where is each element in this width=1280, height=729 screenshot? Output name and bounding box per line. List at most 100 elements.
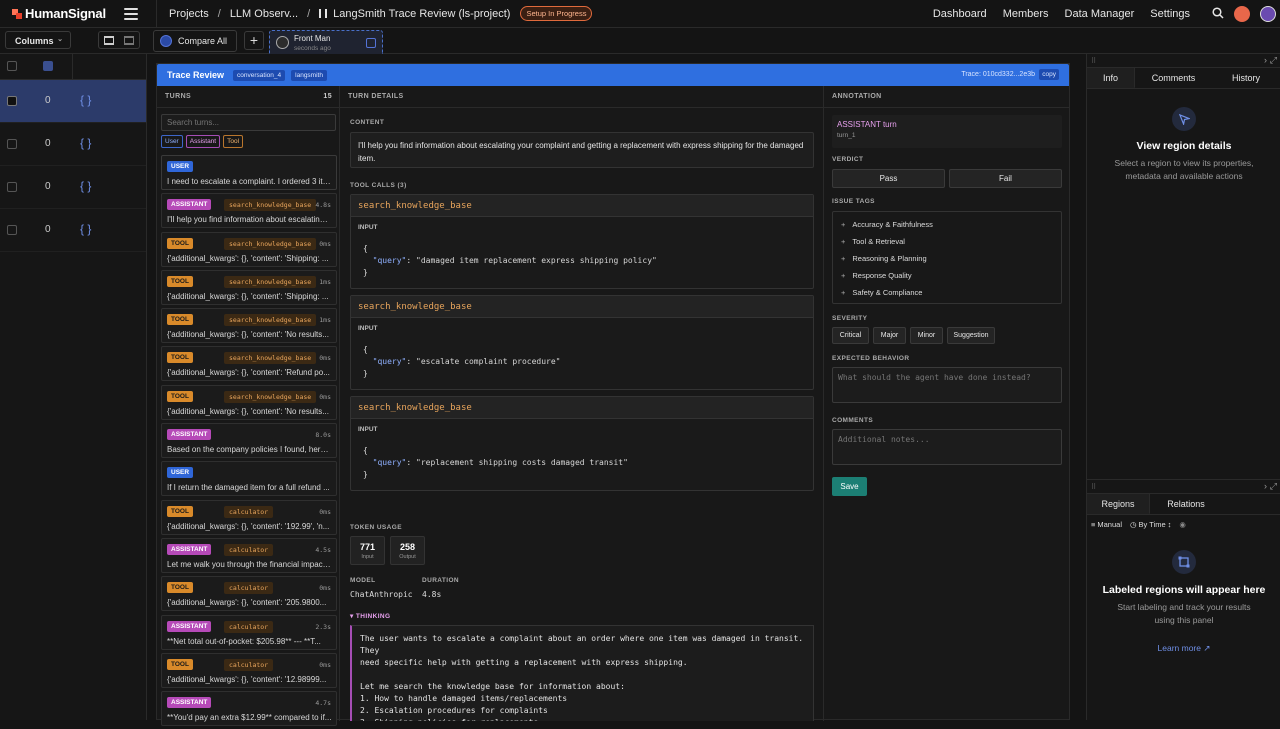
menu-icon[interactable] bbox=[124, 7, 138, 20]
turn-tool-name: calculator bbox=[224, 505, 274, 518]
row-checkbox[interactable] bbox=[7, 225, 17, 235]
row-checkbox[interactable] bbox=[7, 182, 17, 192]
turn-item[interactable]: TOOL search_knowledge_base 0ms {'additional… bbox=[161, 231, 337, 267]
drag-handle-icon[interactable]: ⠿ bbox=[1091, 483, 1096, 491]
turns-header: TURNS 15 bbox=[157, 86, 339, 108]
tool-call-input: { "query": "escalate complaint procedure… bbox=[363, 345, 561, 378]
logo[interactable]: HumanSignal bbox=[12, 6, 110, 21]
drag-handle-icon[interactable]: ⠿ bbox=[1091, 57, 1096, 65]
save-button[interactable]: Save bbox=[832, 477, 867, 496]
tab-info[interactable]: Info bbox=[1087, 68, 1135, 88]
tag-reasoning[interactable]: + Reasoning & Planning bbox=[841, 250, 1053, 267]
nav-data-manager[interactable]: Data Manager bbox=[1065, 8, 1135, 20]
sort-manual[interactable]: Manual bbox=[1097, 520, 1122, 529]
turn-item[interactable]: TOOL search_knowledge_base 1ms {'additional… bbox=[161, 269, 337, 305]
turn-item[interactable]: ASSISTANT 8.0s Based on the company polici… bbox=[161, 423, 337, 459]
task-row[interactable]: 0{ } bbox=[0, 80, 146, 123]
turn-duration: 4.8s bbox=[315, 201, 331, 210]
severity-suggestion[interactable]: Suggestion bbox=[947, 327, 995, 344]
fail-button[interactable]: Fail bbox=[949, 169, 1062, 188]
collapse-icon[interactable]: › bbox=[1264, 481, 1267, 491]
thinking-toggle[interactable]: ▾ THINKING bbox=[350, 612, 390, 620]
turn-details-column: TURN DETAILS CONTENT I'll help you find … bbox=[340, 86, 824, 721]
turn-item[interactable]: TOOL search_knowledge_base 0ms {'additional… bbox=[161, 384, 337, 420]
expand-icon[interactable]: ⤢ bbox=[1270, 481, 1277, 492]
visibility-icon[interactable]: ◉ bbox=[1179, 520, 1186, 529]
turn-duration: 4.7s bbox=[315, 699, 331, 708]
nav-dashboard[interactable]: Dashboard bbox=[933, 8, 987, 20]
breadcrumb-project[interactable]: LLM Observ... bbox=[230, 8, 298, 20]
severity-critical[interactable]: Critical bbox=[832, 327, 869, 344]
turn-item[interactable]: ASSISTANT search_knowledge_base 4.8s I'll h… bbox=[161, 193, 337, 229]
task-row[interactable]: 0{ } bbox=[0, 209, 146, 252]
select-all-checkbox[interactable] bbox=[7, 61, 17, 71]
tool-call-input: { "query": "damaged item replacement exp… bbox=[363, 244, 657, 277]
comments-input[interactable] bbox=[832, 429, 1062, 465]
collapse-icon[interactable]: › bbox=[1264, 55, 1267, 65]
nav-settings[interactable]: Settings bbox=[1150, 8, 1190, 20]
expected-behavior-input[interactable] bbox=[832, 367, 1062, 403]
turn-item[interactable]: ASSISTANT calculator 2.3s **Net total out-o… bbox=[161, 614, 337, 650]
turn-item[interactable]: TOOL search_knowledge_base 0ms {'additional… bbox=[161, 346, 337, 382]
grid-view-icon[interactable] bbox=[119, 32, 139, 48]
input-label: INPUT bbox=[358, 325, 378, 332]
tag-safety[interactable]: + Safety & Compliance bbox=[841, 284, 1053, 301]
tag-response-quality[interactable]: + Response Quality bbox=[841, 267, 1053, 284]
task-row[interactable]: 0{ } bbox=[0, 123, 146, 166]
tab-regions[interactable]: Regions bbox=[1087, 494, 1150, 514]
sort-direction-icon[interactable]: ↕ bbox=[1168, 520, 1172, 529]
tab-comments[interactable]: Comments bbox=[1135, 68, 1212, 88]
external-link-icon: ↗ bbox=[1203, 643, 1211, 653]
tab-history[interactable]: History bbox=[1212, 68, 1280, 88]
breadcrumb-projects[interactable]: Projects bbox=[169, 8, 209, 20]
tag-accuracy[interactable]: + Accuracy & Faithfulness bbox=[841, 216, 1053, 233]
filter-tool[interactable]: Tool bbox=[223, 135, 244, 148]
severity-minor[interactable]: Minor bbox=[910, 327, 943, 344]
add-tab-button[interactable]: + bbox=[244, 31, 264, 50]
turn-item[interactable]: TOOL calculator 0ms {'additional_kwargs': {… bbox=[161, 652, 337, 688]
tab-options-icon[interactable] bbox=[366, 38, 376, 48]
row-checkbox[interactable] bbox=[7, 139, 17, 149]
task-row[interactable]: 0{ } bbox=[0, 166, 146, 209]
turn-item[interactable]: USER I need to escalate a complaint. I or… bbox=[161, 155, 337, 190]
severity-major[interactable]: Major bbox=[873, 327, 906, 344]
turn-item[interactable]: ASSISTANT 4.7s **You'd pay an extra $12.99… bbox=[161, 691, 337, 727]
sort-by-time[interactable]: By Time bbox=[1139, 520, 1166, 529]
filter-user[interactable]: User bbox=[161, 135, 183, 148]
expand-icon[interactable]: ⤢ bbox=[1270, 55, 1277, 66]
chevron-down-icon: ⌄ bbox=[57, 36, 63, 43]
tab-relations[interactable]: Relations bbox=[1150, 494, 1222, 514]
view-toggle[interactable] bbox=[98, 31, 140, 49]
turn-tool-name: search_knowledge_base bbox=[224, 352, 317, 365]
pass-button[interactable]: Pass bbox=[832, 169, 945, 188]
columns-button[interactable]: Columns ⌄ bbox=[5, 31, 71, 49]
clock-icon: ◷ bbox=[1130, 520, 1137, 529]
turn-item[interactable]: ASSISTANT calculator 4.5s Let me walk you t… bbox=[161, 537, 337, 573]
task-list-header bbox=[0, 54, 146, 80]
tag-tool-retrieval[interactable]: + Tool & Retrieval bbox=[841, 233, 1053, 250]
filter-assistant[interactable]: Assistant bbox=[185, 135, 221, 148]
turn-item[interactable]: TOOL calculator 0ms {'additional_kwargs': {… bbox=[161, 499, 337, 535]
learn-more-link[interactable]: Learn more ↗ bbox=[1087, 643, 1280, 654]
turn-preview: {'additional_kwargs': {}, 'content': '12… bbox=[167, 674, 327, 684]
turn-duration: 0ms bbox=[319, 660, 331, 669]
turn-role-badge: TOOL bbox=[167, 390, 193, 402]
nav-members[interactable]: Members bbox=[1003, 8, 1049, 20]
copy-button[interactable]: copy bbox=[1039, 69, 1059, 80]
annotation-tab[interactable]: Front Man seconds ago bbox=[269, 30, 383, 54]
notification-avatar[interactable] bbox=[1234, 6, 1250, 22]
source-pill: langsmith bbox=[291, 69, 327, 81]
tab-subtitle: seconds ago bbox=[294, 45, 331, 52]
turn-role-badge: ASSISTANT bbox=[167, 543, 212, 555]
compare-all-button[interactable]: Compare All bbox=[153, 30, 237, 52]
turn-search-input[interactable] bbox=[161, 114, 336, 131]
trace-review-header: Trace Review conversation_4 langsmith Tr… bbox=[157, 64, 1069, 86]
turn-item[interactable]: TOOL calculator 0ms {'additional_kwargs': {… bbox=[161, 576, 337, 612]
turn-item[interactable]: USER If I return the damaged item for a f… bbox=[161, 461, 337, 497]
turn-item[interactable]: TOOL search_knowledge_base 1ms {'additional… bbox=[161, 308, 337, 344]
row-checkbox[interactable] bbox=[7, 96, 17, 106]
search-icon[interactable] bbox=[1212, 6, 1224, 22]
list-view-icon[interactable] bbox=[99, 32, 119, 48]
user-avatar[interactable] bbox=[1260, 6, 1276, 22]
turn-tool-name: calculator bbox=[224, 620, 274, 633]
